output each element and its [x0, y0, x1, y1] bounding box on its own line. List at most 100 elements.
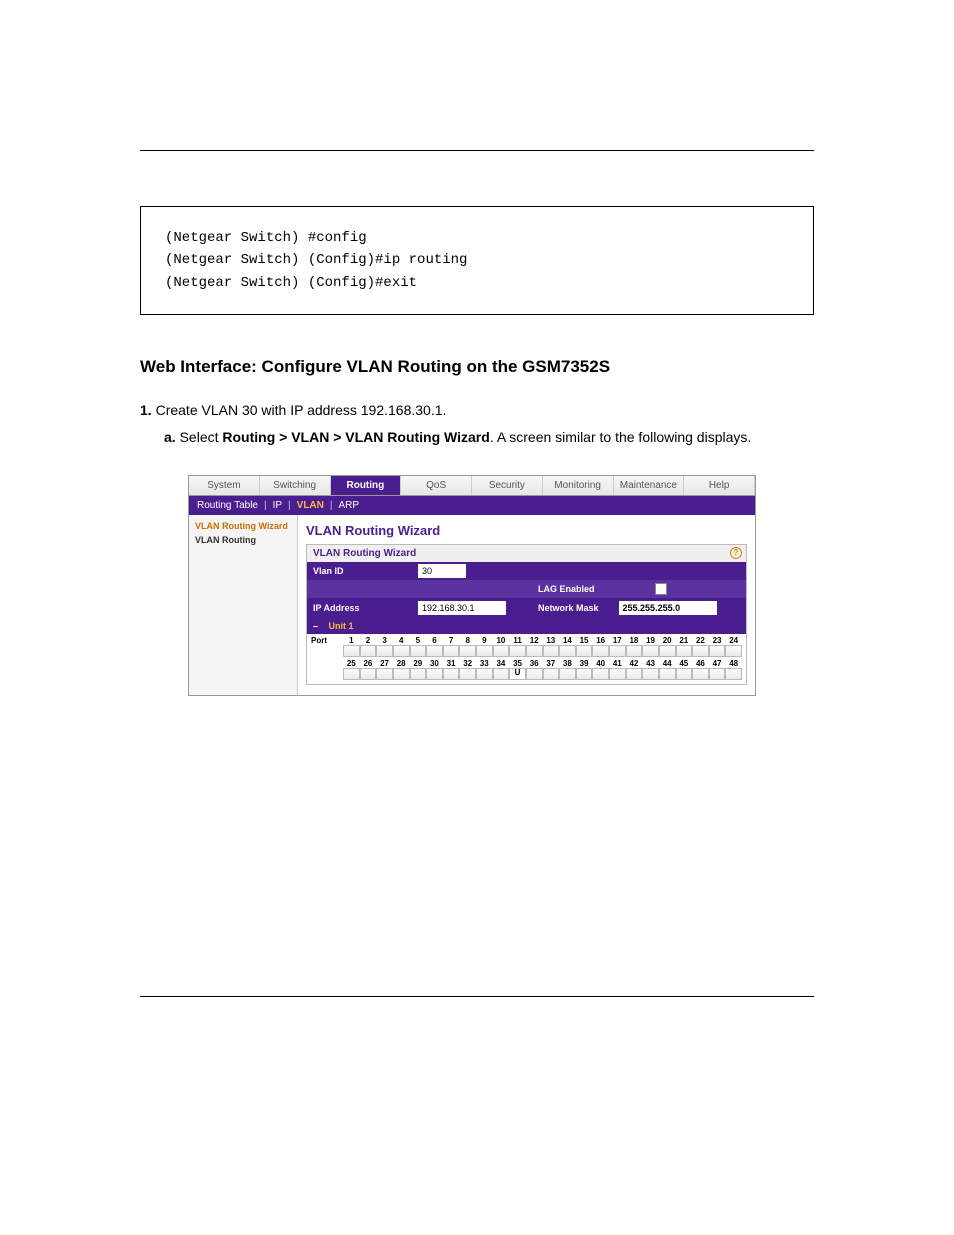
- port-cell[interactable]: [609, 668, 626, 680]
- port-cell[interactable]: [642, 668, 659, 680]
- port-cell[interactable]: [509, 645, 526, 657]
- port-cell[interactable]: [576, 668, 593, 680]
- row-vlan-id: Vlan ID 30: [307, 562, 746, 580]
- port-number: 7: [443, 636, 460, 645]
- port-cell[interactable]: [659, 645, 676, 657]
- port-cell[interactable]: [692, 668, 709, 680]
- lag-enabled-checkbox[interactable]: [655, 583, 667, 595]
- tab-help[interactable]: Help: [684, 476, 755, 495]
- port-cell[interactable]: [676, 668, 693, 680]
- port-cell[interactable]: [526, 645, 543, 657]
- port-number: 30: [426, 659, 443, 668]
- port-number: 8: [459, 636, 476, 645]
- subtab-routing-table[interactable]: Routing Table: [197, 500, 258, 511]
- port-cell[interactable]: [459, 668, 476, 680]
- port-cell[interactable]: [592, 668, 609, 680]
- subtab-arp[interactable]: ARP: [339, 500, 360, 511]
- port-number: 28: [393, 659, 410, 668]
- port-cell[interactable]: [376, 668, 393, 680]
- port-cell[interactable]: [476, 645, 493, 657]
- port-cell[interactable]: [426, 645, 443, 657]
- port-cell[interactable]: [725, 645, 742, 657]
- port-cell[interactable]: [360, 668, 377, 680]
- port-cell[interactable]: [509, 668, 526, 680]
- port-cell[interactable]: [360, 645, 377, 657]
- panel-header: VLAN Routing Wizard ?: [307, 545, 746, 562]
- port-cell[interactable]: [609, 645, 626, 657]
- port-cell[interactable]: [709, 668, 726, 680]
- port-number: 9: [476, 636, 493, 645]
- cli-line: (Netgear Switch) (Config)#ip routing: [165, 249, 789, 271]
- port-cell[interactable]: [676, 645, 693, 657]
- port-number: 38: [559, 659, 576, 668]
- tab-monitoring[interactable]: Monitoring: [543, 476, 614, 495]
- page-title: VLAN Routing Wizard: [306, 523, 747, 538]
- port-number: 12: [526, 636, 543, 645]
- sidebar: VLAN Routing Wizard VLAN Routing: [189, 515, 298, 695]
- port-cell[interactable]: [692, 645, 709, 657]
- sidebar-item-vlan-routing[interactable]: VLAN Routing: [195, 535, 291, 545]
- sidebar-selected[interactable]: VLAN Routing Wizard: [195, 521, 291, 531]
- port-number: 5: [410, 636, 427, 645]
- port-cell[interactable]: [343, 645, 360, 657]
- port-number: 20: [659, 636, 676, 645]
- tab-qos[interactable]: QoS: [401, 476, 472, 495]
- port-cell[interactable]: [426, 668, 443, 680]
- port-cell[interactable]: [626, 668, 643, 680]
- port-number: 2: [360, 636, 377, 645]
- port-cell[interactable]: [476, 668, 493, 680]
- port-cell[interactable]: [592, 645, 609, 657]
- port-number: 14: [559, 636, 576, 645]
- port-cell[interactable]: [493, 668, 510, 680]
- port-cell[interactable]: [576, 645, 593, 657]
- substep-prefix: Select: [180, 429, 223, 445]
- port-cell[interactable]: [393, 645, 410, 657]
- port-number: 46: [692, 659, 709, 668]
- network-mask-input[interactable]: 255.255.255.0: [619, 601, 717, 615]
- port-number: 17: [609, 636, 626, 645]
- port-number: 44: [659, 659, 676, 668]
- port-cell[interactable]: [543, 668, 560, 680]
- port-cell[interactable]: [376, 645, 393, 657]
- port-cell[interactable]: [725, 668, 742, 680]
- port-cell[interactable]: [493, 645, 510, 657]
- port-number: 19: [642, 636, 659, 645]
- port-cell[interactable]: [526, 668, 543, 680]
- port-cell[interactable]: [559, 668, 576, 680]
- port-number: 13: [543, 636, 560, 645]
- subtab-ip[interactable]: IP: [273, 500, 282, 511]
- port-number: 3: [376, 636, 393, 645]
- port-cell[interactable]: [459, 645, 476, 657]
- tab-routing[interactable]: Routing: [331, 476, 402, 495]
- port-cell[interactable]: [410, 668, 427, 680]
- port-cell[interactable]: [343, 668, 360, 680]
- port-number: 29: [410, 659, 427, 668]
- port-cell[interactable]: [443, 668, 460, 680]
- tab-system[interactable]: System: [189, 476, 260, 495]
- port-cell[interactable]: [393, 668, 410, 680]
- port-cell[interactable]: [443, 645, 460, 657]
- port-number: 33: [476, 659, 493, 668]
- port-number: 18: [626, 636, 643, 645]
- port-number: 47: [709, 659, 726, 668]
- unit-collapse-icon[interactable]: –: [313, 621, 318, 631]
- port-number: 36: [526, 659, 543, 668]
- tab-switching[interactable]: Switching: [260, 476, 331, 495]
- tab-security[interactable]: Security: [472, 476, 543, 495]
- port-cell[interactable]: [543, 645, 560, 657]
- subtab-vlan[interactable]: VLAN: [297, 500, 324, 511]
- ip-address-input[interactable]: 192.168.30.1: [418, 601, 506, 615]
- port-cell[interactable]: [659, 668, 676, 680]
- tab-maintenance[interactable]: Maintenance: [614, 476, 685, 495]
- step-text: Create VLAN 30 with IP address 192.168.3…: [156, 402, 447, 418]
- port-cell[interactable]: [626, 645, 643, 657]
- port-cell[interactable]: [709, 645, 726, 657]
- vlan-id-input[interactable]: 30: [418, 564, 466, 578]
- help-icon[interactable]: ?: [730, 547, 742, 559]
- port-cell[interactable]: [642, 645, 659, 657]
- ip-address-label: IP Address: [307, 600, 414, 616]
- port-number: 10: [493, 636, 510, 645]
- port-cell[interactable]: [559, 645, 576, 657]
- port-cell[interactable]: [410, 645, 427, 657]
- bottom-rule: [140, 996, 814, 997]
